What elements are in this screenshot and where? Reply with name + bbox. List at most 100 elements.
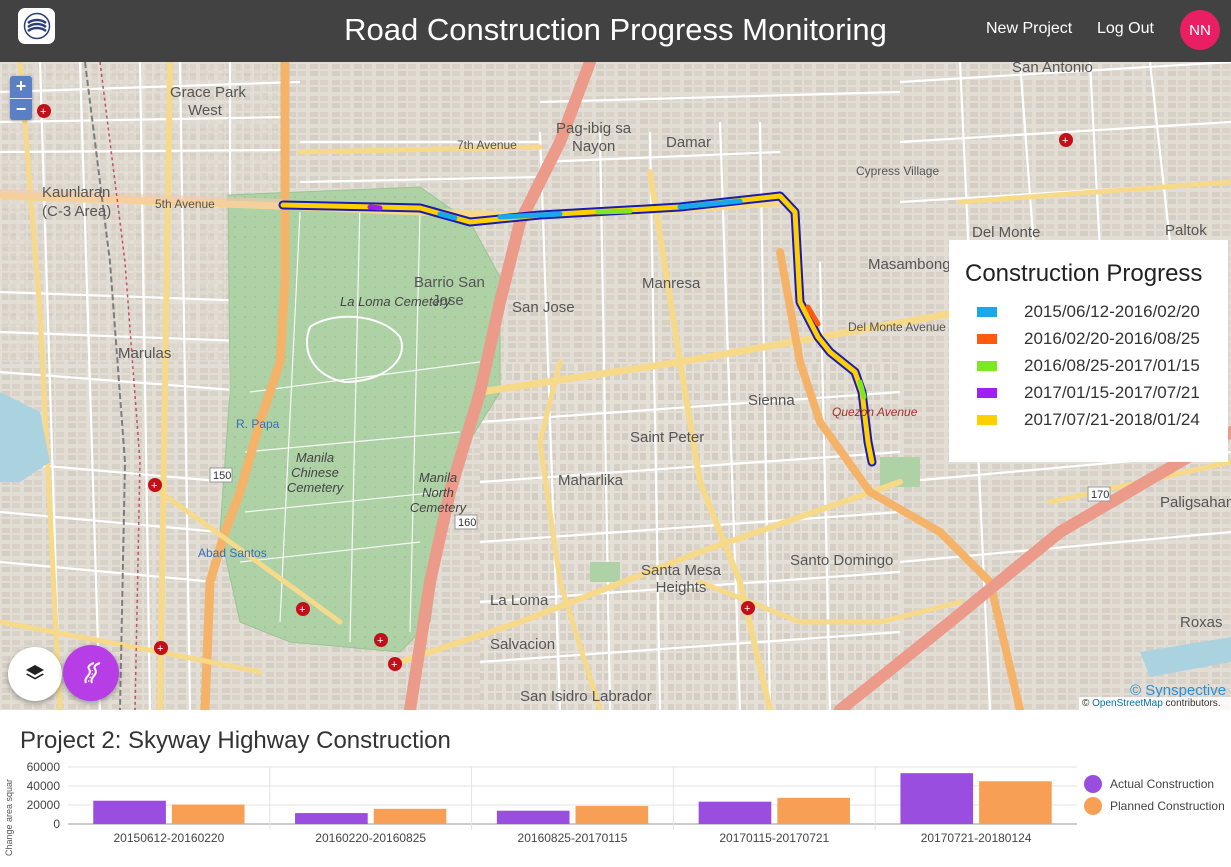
svg-text:170: 170: [1091, 489, 1109, 501]
zoom-in-button[interactable]: +: [10, 76, 32, 98]
svg-text:+: +: [157, 643, 163, 655]
map-label-c3: (C-3 Area): [42, 203, 112, 220]
map-label-manresa: Manresa: [642, 275, 701, 292]
app-logo[interactable]: [18, 8, 55, 44]
map-label-cypress: Cypress Village: [856, 164, 940, 178]
map-label-maharlika: Maharlika: [558, 472, 624, 489]
attribution-prefix: ©: [1082, 698, 1090, 709]
map-label-masambong: Masambong: [868, 256, 951, 273]
app-header: Road Construction Progress Monitoring Ne…: [0, 0, 1231, 62]
map-label-santa-mesa-heights: Santa Mesa Heights: [640, 562, 722, 596]
legend-label: 2017/07/21-2018/01/24: [1024, 409, 1200, 429]
map-label-kaunlaran: Kaunlaran: [42, 184, 111, 201]
legend-swatch: [977, 360, 997, 371]
bar-planned: [979, 781, 1052, 824]
map-label-pag-ibig: Pag-ibig sa: [556, 120, 632, 137]
zoom-out-button[interactable]: −: [10, 98, 32, 120]
legend-item: 2016/08/25-2017/01/15: [965, 352, 1228, 379]
chart-y-ticks: 60000 40000 20000 0: [27, 760, 61, 831]
legend-swatch: [977, 414, 997, 425]
bar-planned: [373, 808, 447, 824]
legend-marker: [1084, 775, 1102, 793]
log-out-link[interactable]: Log Out: [1097, 20, 1154, 38]
svg-text:+: +: [377, 635, 383, 647]
legend-swatch: [977, 387, 997, 398]
map-label-salvacion: Salvacion: [490, 636, 556, 653]
map-label-fifth-avenue: 5th Avenue: [155, 197, 215, 211]
x-tick-label: 20170115-20170721: [719, 831, 829, 845]
logo-icon: [23, 12, 50, 40]
legend-item: 2017/01/15-2017/07/21: [965, 379, 1228, 406]
bar-planned: [777, 797, 850, 824]
map-label-saint-peter: Saint Peter: [630, 429, 705, 446]
map-label-abad-santos: Abad Santos: [198, 546, 267, 560]
legend-swatch: [977, 306, 997, 317]
map-label-nayon: Nayon: [572, 138, 616, 155]
map-label-seventh-avenue: 7th Avenue: [457, 138, 517, 152]
zoom-control: + −: [10, 76, 32, 120]
construction-bar-chart: 60000 40000 20000 0 20150612-20160220 201602…: [4, 760, 1225, 856]
map-label-santo-domingo: Santo Domingo: [790, 552, 894, 569]
legend-title: Construction Progress: [965, 260, 1203, 287]
y-tick-label: 40000: [27, 779, 61, 793]
map-label-quezon-avenue: Quezon Avenue: [832, 405, 918, 419]
svg-text:150: 150: [213, 470, 231, 482]
x-tick-label: 20160825-20170115: [518, 831, 628, 845]
map-label-grace-park: Grace Park: [170, 84, 246, 101]
legend-label: 2016/02/20-2016/08/25: [1024, 328, 1200, 348]
chart-x-ticks: 20150612-20160220 20160220-20160825 201608…: [114, 831, 1032, 845]
map-label-paltok: Paltok: [1165, 222, 1207, 239]
legend-label: 2017/01/15-2017/07/21: [1024, 382, 1200, 402]
legend-item: 2015/06/12-2016/02/20: [965, 298, 1228, 325]
user-avatar[interactable]: NN: [1180, 10, 1220, 50]
layers-button[interactable]: [8, 647, 62, 701]
legend-label: 2015/06/12-2016/02/20: [1024, 301, 1200, 321]
svg-text:+: +: [744, 603, 750, 615]
map-label-paligsahan: Paligsahan: [1160, 494, 1231, 511]
map-view[interactable]: 150 160 170 + + + + + + + + Grace Park W…: [0, 62, 1231, 710]
bar-actual: [295, 813, 368, 824]
project-title: Project 2: Skyway Highway Construction: [20, 727, 451, 754]
map-label-san-isidro: San Isidro Labrador: [520, 688, 652, 705]
map-label-west: West: [188, 102, 222, 119]
map-label-sienna: Sienna: [748, 392, 795, 409]
y-tick-label: 20000: [27, 798, 61, 812]
map-label-manila-north: Manila North Cemetery: [409, 470, 467, 515]
svg-text:+: +: [391, 659, 397, 671]
attribution-suffix: contributors.: [1165, 698, 1221, 709]
bar-actual: [93, 800, 166, 824]
svg-text:+: +: [299, 604, 305, 616]
legend-item: 2017/07/21-2018/01/24: [965, 406, 1228, 433]
legend-item: 2016/02/20-2016/08/25: [965, 325, 1228, 352]
layers-icon: [26, 665, 44, 680]
bar-actual: [496, 810, 570, 824]
svg-text:+: +: [40, 106, 46, 118]
map-label-barrio-san: Barrio San: [414, 274, 485, 291]
bar-planned: [575, 805, 649, 824]
map-label-san-jose: San Jose: [512, 299, 575, 316]
legend-label: Planned Construction: [1110, 799, 1225, 813]
legend-label: Actual Construction: [1110, 777, 1214, 791]
map-label-san-antonio: San Antonio: [1012, 62, 1093, 76]
map-label-la-loma: La Loma: [490, 592, 549, 609]
road-project-button[interactable]: [63, 645, 119, 701]
x-tick-label: 20160220-20160825: [315, 831, 426, 845]
chart-y-axis-label: Change area squar: [4, 779, 14, 856]
legend-marker: [1084, 797, 1102, 815]
bar-actual: [900, 773, 974, 824]
openstreetmap-link[interactable]: OpenStreetMap: [1092, 698, 1163, 709]
y-tick-label: 60000: [27, 760, 61, 774]
y-tick-label: 0: [53, 817, 60, 831]
bar-actual: [698, 801, 772, 824]
map-label-del-monte: Del Monte: [972, 224, 1041, 241]
legend-swatch: [977, 333, 997, 344]
svg-text:+: +: [151, 480, 157, 492]
svg-text:160: 160: [458, 517, 476, 529]
map-label-roxas: Roxas: [1180, 614, 1223, 631]
map-label-del-monte-avenue: Del Monte Avenue: [848, 320, 946, 334]
new-project-link[interactable]: New Project: [986, 20, 1072, 38]
map-label-manila-chinese: Manila Chinese Cemetery: [286, 450, 344, 495]
map-label-r-papa: R. Papa: [236, 417, 280, 431]
chart-bars: [93, 773, 1052, 824]
legend-label: 2016/08/25-2017/01/15: [1024, 355, 1200, 375]
